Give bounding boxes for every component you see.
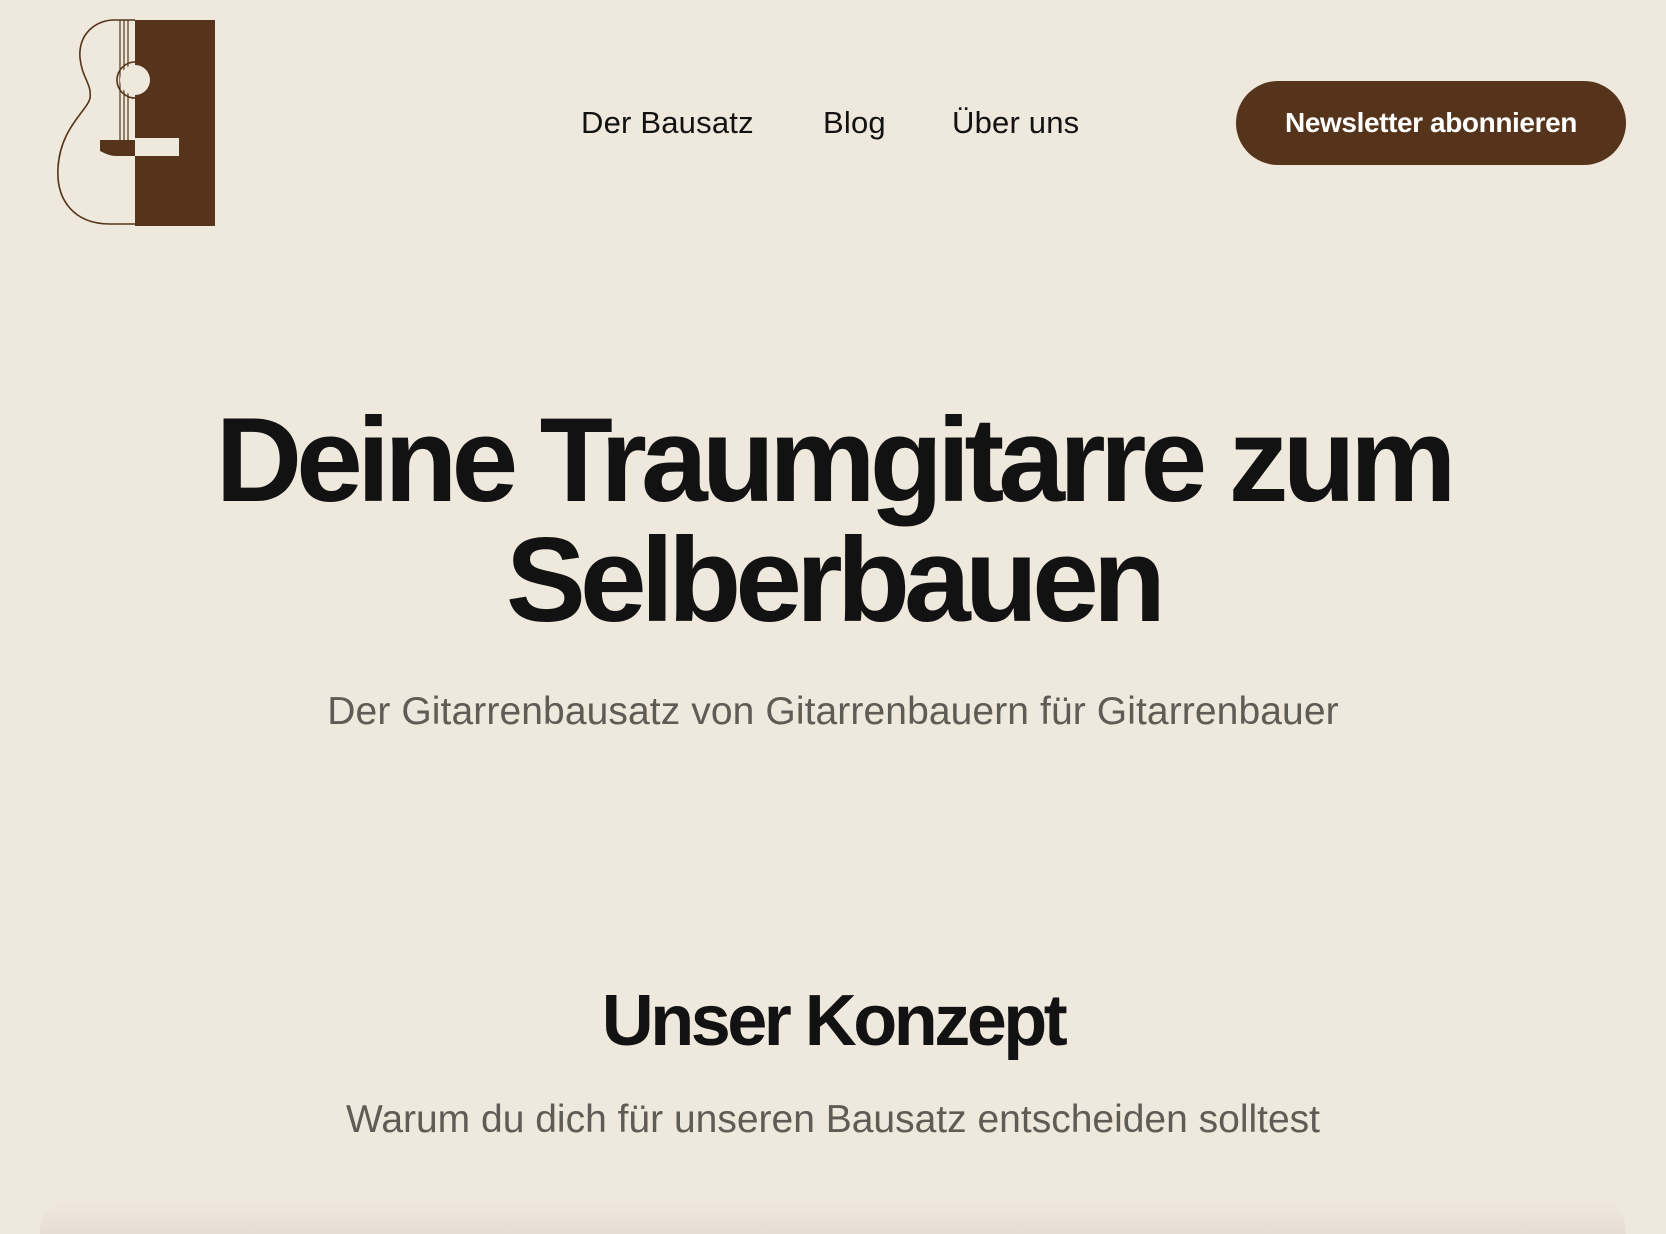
hero-title-line-2: Selberbauen — [505, 513, 1166, 647]
concept-section-title: Unser Konzept — [601, 981, 1068, 1061]
concept-section-subtitle: Warum du dich für unseren Bausatz entsch… — [345, 1098, 1321, 1141]
content-card-edge — [40, 1200, 1626, 1234]
nav-link-ueber-uns[interactable]: Über uns — [952, 100, 1079, 146]
newsletter-subscribe-button[interactable]: Newsletter abonnieren — [1236, 81, 1626, 165]
nav-link-blog[interactable]: Blog — [823, 100, 886, 146]
site-header: Der Bausatz Blog Über uns Newsletter abo… — [0, 0, 1666, 240]
hero-subtitle: Der Gitarrenbausatz von Gitarrenbauern f… — [327, 690, 1339, 733]
hero-title-line-1: Deine Traumgitarre zum — [215, 393, 1456, 527]
nav-link-der-bausatz[interactable]: Der Bausatz — [581, 100, 754, 146]
hero-title: Deine Traumgitarre zum Selberbauen — [0, 400, 1666, 640]
